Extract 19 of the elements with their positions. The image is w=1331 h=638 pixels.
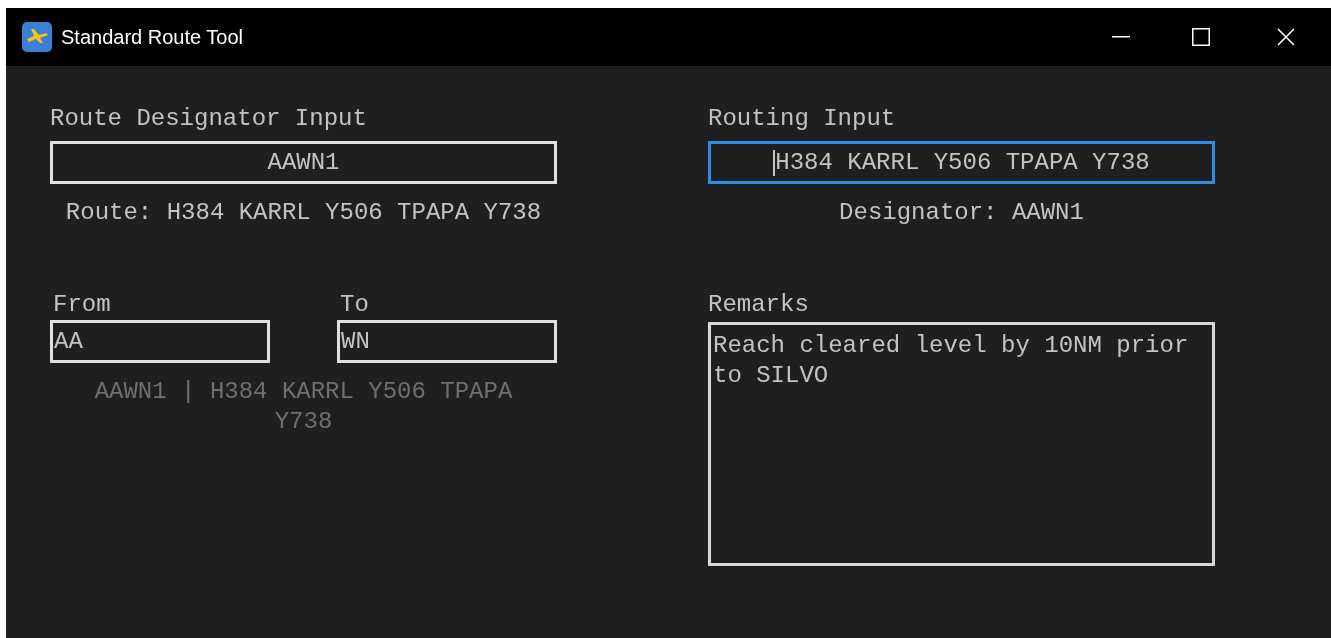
field-label: To	[339, 290, 370, 320]
remarks-text-area[interactable]: Reach cleared level by 10NM prior to SILVO	[708, 322, 1215, 566]
text-field[interactable]: AA	[50, 320, 270, 363]
match-result-text: AAWN1 | H384 KARRL Y506 TPAPA Y738	[93, 377, 514, 437]
maximize-icon	[1192, 28, 1210, 46]
field-label: Remarks	[708, 290, 810, 320]
designator-result-text: Designator: AAWN1	[838, 198, 1085, 228]
minimize-icon	[1112, 36, 1130, 38]
airplane-app-icon	[22, 22, 52, 52]
field-label: From	[52, 290, 112, 320]
window-title: Standard Route Tool	[61, 25, 243, 50]
text-field[interactable]: WN	[337, 320, 557, 363]
text-cursor	[773, 149, 776, 176]
field-label: Route Designator Input	[50, 104, 368, 134]
text-field[interactable]: H384 KARRL Y506 TPAPA Y738	[708, 141, 1215, 184]
route-result-text: Route: H384 KARRL Y506 TPAPA Y738	[64, 198, 543, 228]
text-field[interactable]: AAWN1	[50, 141, 557, 184]
field-label: Routing Input	[708, 104, 897, 134]
close-icon	[1277, 28, 1295, 46]
